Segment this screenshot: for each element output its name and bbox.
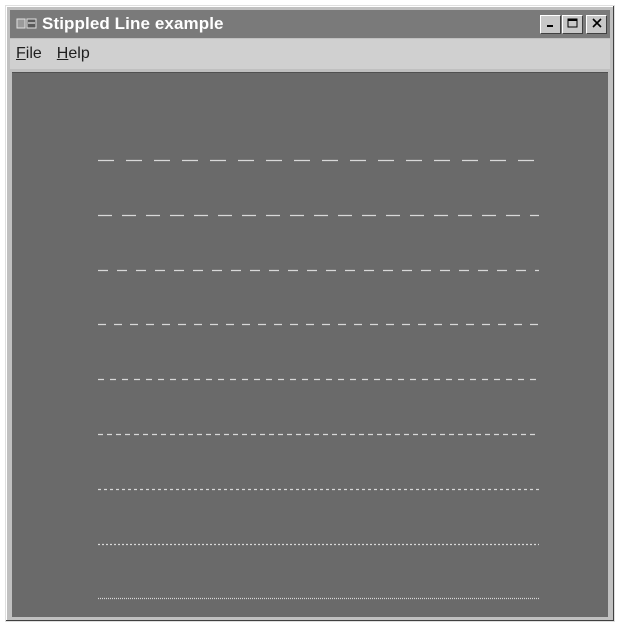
stipple-lines-drawing (98, 159, 539, 600)
window-title: Stippled Line example (42, 14, 224, 33)
title-bar[interactable]: Stippled Line example (10, 10, 610, 38)
caption-buttons (539, 14, 607, 34)
app-window: Stippled Line example File Help (5, 5, 615, 622)
menu-help-accelerator: H (56, 45, 69, 62)
menu-file[interactable]: File (10, 45, 51, 63)
close-button[interactable] (586, 14, 607, 34)
app-window-icon[interactable] (16, 16, 38, 32)
menu-bar: File Help (10, 39, 610, 69)
close-icon (591, 15, 602, 33)
minimize-icon (546, 15, 556, 33)
minimize-button[interactable] (540, 14, 561, 34)
maximize-icon (567, 15, 578, 33)
drawing-canvas (12, 72, 608, 617)
maximize-button[interactable] (562, 14, 583, 34)
menu-help[interactable]: Help (51, 45, 99, 63)
menu-file-accelerator: F (16, 45, 26, 62)
menu-help-label: elp (68, 45, 90, 62)
menu-file-label: ile (25, 45, 42, 62)
